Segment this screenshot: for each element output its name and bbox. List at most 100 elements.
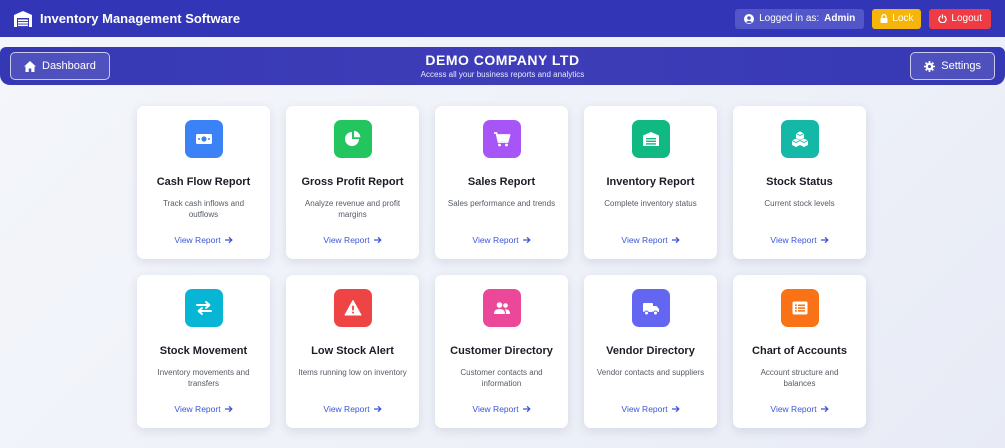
cubes-icon — [791, 131, 808, 147]
view-report-label: View Report — [770, 404, 817, 414]
card-title: Gross Profit Report — [301, 176, 404, 188]
view-report-link[interactable]: View Report — [174, 235, 233, 245]
card-title: Vendor Directory — [606, 345, 695, 357]
card-icon-tile — [333, 120, 372, 158]
card-description: Track cash inflows and outflows — [162, 199, 245, 219]
exchange-arrows-icon — [195, 301, 212, 315]
view-report-label: View Report — [174, 235, 221, 245]
report-card-stock-movement[interactable]: Stock Movement Inventory movements and t… — [137, 275, 270, 428]
arrow-right-icon — [522, 405, 531, 413]
card-title: Chart of Accounts — [752, 345, 847, 357]
logged-in-user: Admin — [824, 13, 856, 24]
money-bill-icon — [195, 134, 212, 144]
logout-button[interactable]: Logout — [929, 8, 991, 29]
card-description: Analyze revenue and profit margins — [304, 199, 401, 219]
card-description: Current stock levels — [764, 199, 835, 208]
report-card-gross-profit[interactable]: Gross Profit Report Analyze revenue and … — [286, 106, 419, 259]
settings-label: Settings — [941, 60, 981, 72]
card-title: Customer Directory — [450, 345, 553, 357]
user-circle-icon — [744, 13, 755, 24]
arrow-right-icon — [522, 236, 531, 244]
card-title: Inventory Report — [606, 176, 695, 188]
card-description: Items running low on inventory — [298, 368, 407, 377]
warehouse-logo-icon — [14, 10, 32, 27]
card-icon-tile — [333, 289, 372, 327]
report-card-inventory[interactable]: Inventory Report Complete inventory stat… — [584, 106, 717, 259]
card-title: Low Stock Alert — [311, 345, 394, 357]
power-icon — [938, 14, 948, 23]
card-icon-tile — [631, 120, 670, 158]
view-report-link[interactable]: View Report — [621, 235, 680, 245]
warehouse-icon — [642, 132, 659, 146]
page-header: Dashboard DEMO COMPANY LTD Access all yo… — [0, 47, 1005, 85]
truck-icon — [642, 303, 659, 316]
card-icon-tile — [184, 120, 223, 158]
arrow-right-icon — [820, 236, 829, 244]
users-icon — [493, 302, 510, 314]
card-icon-tile — [482, 289, 521, 327]
card-description: Vendor contacts and suppliers — [596, 368, 705, 377]
view-report-label: View Report — [323, 235, 370, 245]
card-icon-tile — [780, 289, 819, 327]
card-icon-tile — [780, 120, 819, 158]
app-title: Inventory Management Software — [40, 11, 241, 26]
list-alt-icon — [792, 301, 807, 315]
report-card-sales[interactable]: Sales Report Sales performance and trend… — [435, 106, 568, 259]
card-title: Stock Movement — [159, 345, 248, 357]
view-report-label: View Report — [472, 235, 519, 245]
report-card-stock-status[interactable]: Stock Status Current stock levels View R… — [733, 106, 866, 259]
lock-icon — [880, 14, 888, 23]
card-description: Complete inventory status — [604, 199, 697, 208]
lock-button[interactable]: Lock — [872, 8, 922, 29]
arrow-right-icon — [820, 405, 829, 413]
card-icon-tile — [482, 120, 521, 158]
view-report-label: View Report — [621, 404, 668, 414]
card-description: Inventory movements and transfers — [157, 368, 250, 388]
page-subtitle: Access all your business reports and ana… — [420, 70, 585, 79]
report-card-chart-of-accounts[interactable]: Chart of Accounts Account structure and … — [733, 275, 866, 428]
view-report-link[interactable]: View Report — [770, 235, 829, 245]
view-report-link[interactable]: View Report — [323, 235, 382, 245]
report-card-vendor-directory[interactable]: Vendor Directory Vendor contacts and sup… — [584, 275, 717, 428]
arrow-right-icon — [671, 405, 680, 413]
shopping-cart-icon — [493, 132, 510, 147]
logged-in-prefix: Logged in as: — [759, 13, 820, 24]
warning-triangle-icon — [344, 300, 361, 316]
top-actions: Logged in as: Admin Lock Logout — [735, 8, 991, 29]
card-description: Sales performance and trends — [447, 199, 556, 208]
arrow-right-icon — [373, 236, 382, 244]
header-title-group: DEMO COMPANY LTD Access all your busines… — [0, 52, 1005, 79]
view-report-link[interactable]: View Report — [472, 404, 531, 414]
view-report-link[interactable]: View Report — [621, 404, 680, 414]
company-name: DEMO COMPANY LTD — [425, 52, 580, 68]
view-report-link[interactable]: View Report — [770, 404, 829, 414]
card-icon-tile — [631, 289, 670, 327]
pie-chart-icon — [344, 130, 360, 146]
card-icon-tile — [184, 289, 223, 327]
view-report-link[interactable]: View Report — [323, 404, 382, 414]
gear-icon — [924, 60, 936, 72]
view-report-link[interactable]: View Report — [174, 404, 233, 414]
report-card-customer-directory[interactable]: Customer Directory Customer contacts and… — [435, 275, 568, 428]
view-report-label: View Report — [621, 235, 668, 245]
report-card-low-stock-alert[interactable]: Low Stock Alert Items running low on inv… — [286, 275, 419, 428]
view-report-link[interactable]: View Report — [472, 235, 531, 245]
report-card-cash-flow[interactable]: Cash Flow Report Track cash inflows and … — [137, 106, 270, 259]
lock-label: Lock — [892, 13, 914, 24]
arrow-right-icon — [671, 236, 680, 244]
arrow-right-icon — [373, 405, 382, 413]
view-report-label: View Report — [174, 404, 221, 414]
logged-in-badge: Logged in as: Admin — [735, 8, 865, 29]
view-report-label: View Report — [472, 404, 519, 414]
arrow-right-icon — [224, 405, 233, 413]
arrow-right-icon — [224, 236, 233, 244]
settings-button[interactable]: Settings — [910, 52, 995, 80]
view-report-label: View Report — [323, 404, 370, 414]
card-title: Stock Status — [766, 176, 833, 188]
view-report-label: View Report — [770, 235, 817, 245]
brand[interactable]: Inventory Management Software — [14, 10, 241, 27]
card-description: Account structure and balances — [760, 368, 839, 388]
card-title: Cash Flow Report — [156, 176, 251, 188]
card-title: Sales Report — [467, 176, 536, 188]
top-navbar: Inventory Management Software Logged in … — [0, 0, 1005, 37]
